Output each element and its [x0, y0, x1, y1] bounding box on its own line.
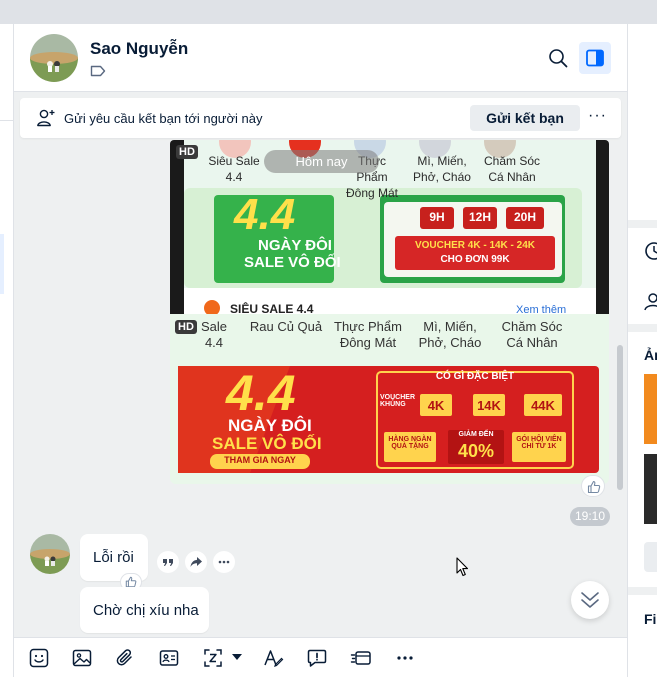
composer-toolbar	[14, 637, 627, 677]
more-options-icon[interactable]	[394, 647, 416, 669]
send-friend-request-button[interactable]: Gửi kết bạn	[470, 105, 580, 131]
thumbs-up-icon	[587, 480, 601, 494]
avatar[interactable]	[30, 34, 78, 82]
divider	[0, 120, 13, 121]
discount-label: GIẢM ĐẾN	[458, 431, 494, 438]
media-thumbnail[interactable]	[644, 454, 657, 524]
search-icon[interactable]	[547, 47, 569, 69]
day-separator: Hôm nay	[264, 150, 379, 173]
divider	[628, 324, 657, 332]
conversation-list-edge	[0, 24, 13, 677]
scroll-to-bottom-button[interactable]	[571, 581, 609, 619]
message-image[interactable]: HD Siêu Sale 4.4 Thực Phẩm Đông Mát Mì, …	[170, 140, 609, 314]
category-label: Chăm Sóc Cá Nhân	[501, 319, 563, 350]
banner-line1: NGÀY ĐÔI	[228, 416, 312, 435]
category-label: Mì, Miến, Phở, Cháo	[413, 154, 471, 184]
forward-button[interactable]	[185, 551, 207, 573]
category-label: Siêu Sale 4.4	[208, 154, 260, 184]
category-label: Rau Củ Quả	[249, 319, 323, 334]
banner-line2: SALE VÔ ĐỐI	[244, 254, 341, 271]
conversation-info-panel: Ản Fi	[628, 24, 657, 677]
friend-request-bar: Gửi yêu cầu kết bạn tới người này Gửi kế…	[20, 98, 621, 138]
attachment-icon[interactable]	[114, 647, 136, 669]
user-icon[interactable]	[644, 292, 657, 312]
discount-value: 40%	[457, 441, 495, 461]
time-slot: 9H	[429, 210, 445, 224]
tag-icon[interactable]	[90, 65, 106, 77]
voucher-label: VOUCHER KHỦNG	[380, 394, 416, 408]
add-user-icon	[37, 109, 55, 127]
quote-button[interactable]	[157, 551, 179, 573]
image-icon[interactable]	[71, 647, 93, 669]
double-chevron-down-icon	[581, 592, 599, 608]
divider	[628, 587, 657, 595]
react-button[interactable]	[581, 475, 605, 497]
active-conversation-indicator	[0, 234, 4, 294]
join-now-label: THAM GIA NGAY	[224, 455, 296, 465]
category-label: Mì, Miến, Phở, Cháo	[418, 319, 482, 350]
member-label: GÓI HỘI VIÊN CHỈ TỪ 1K	[516, 436, 562, 450]
voucher-value: 14K	[477, 398, 501, 413]
message-time: 19:10	[570, 507, 610, 526]
banner-line1: NGÀY ĐÔI	[258, 237, 332, 254]
avatar[interactable]	[30, 534, 70, 574]
media-thumbnail[interactable]	[644, 374, 657, 444]
top-strip	[0, 0, 657, 24]
scrollbar-thumb[interactable]	[617, 345, 623, 490]
view-all-button[interactable]	[644, 542, 657, 572]
chevron-down-icon[interactable]	[231, 652, 243, 662]
message-text: Chờ chị xíu nha	[93, 602, 199, 619]
order-text: CHO ĐƠN 99K	[440, 254, 510, 265]
screenshot-icon[interactable]	[202, 647, 224, 669]
gifts-label: HÀNG NGÀN QUÀ TẶNG	[388, 436, 432, 450]
message-text: Lỗi rồi	[93, 549, 134, 566]
quote-icon	[163, 559, 173, 566]
contact-name[interactable]: Sao Nguyễn	[90, 39, 188, 59]
sticker-icon[interactable]	[28, 647, 50, 669]
contact-card-icon[interactable]	[158, 647, 180, 669]
text-format-icon[interactable]	[262, 647, 284, 669]
quick-message-icon[interactable]	[350, 647, 372, 669]
mouse-cursor-icon	[456, 557, 469, 577]
files-section-label: Fi	[644, 611, 657, 627]
urgent-message-icon[interactable]	[306, 647, 328, 669]
sidebar-panel-icon	[586, 49, 604, 67]
chat-header: Sao Nguyễn	[14, 24, 627, 92]
voucher-text: VOUCHER 4K - 14K - 24K	[414, 240, 536, 251]
see-more-link: Xem thêm	[516, 304, 567, 314]
message-image[interactable]: HD Sale 4.4 Rau Củ Quả Thực Phẩm Đông Má…	[170, 314, 609, 484]
media-section-label: Ản	[644, 347, 657, 363]
voucher-value: 4K	[427, 398, 445, 413]
time-slot: 12H	[468, 210, 491, 224]
banner-big-text: 4.4	[226, 365, 296, 421]
toggle-info-panel-button[interactable]	[579, 42, 611, 74]
voucher-value: 44K	[531, 398, 555, 413]
time-slot: 20H	[513, 210, 536, 224]
category-label: Thực Phẩm Đông Mát	[334, 319, 402, 350]
section-title: SIÊU SALE 4.4	[230, 302, 314, 314]
special-header: CÓ GÌ ĐẶC BIỆT	[435, 371, 515, 382]
category-label: Sale 4.4	[200, 319, 228, 350]
more-actions-button[interactable]	[213, 551, 235, 573]
divider	[628, 220, 657, 228]
more-options-button[interactable]: ···	[588, 107, 607, 125]
message-bubble[interactable]: Chờ chị xíu nha	[80, 587, 209, 633]
friend-request-text: Gửi yêu cầu kết bạn tới người này	[64, 111, 263, 126]
category-label: Chăm Sóc Cá Nhân	[483, 154, 541, 184]
divider	[13, 24, 14, 677]
forward-icon	[190, 557, 202, 567]
hd-badge: HD	[176, 145, 198, 159]
banner-big-text: 4.4	[234, 190, 296, 239]
more-icon	[218, 560, 230, 564]
clock-icon[interactable]	[644, 241, 657, 261]
banner-line2: SALE VÔ ĐỐI	[212, 434, 322, 453]
